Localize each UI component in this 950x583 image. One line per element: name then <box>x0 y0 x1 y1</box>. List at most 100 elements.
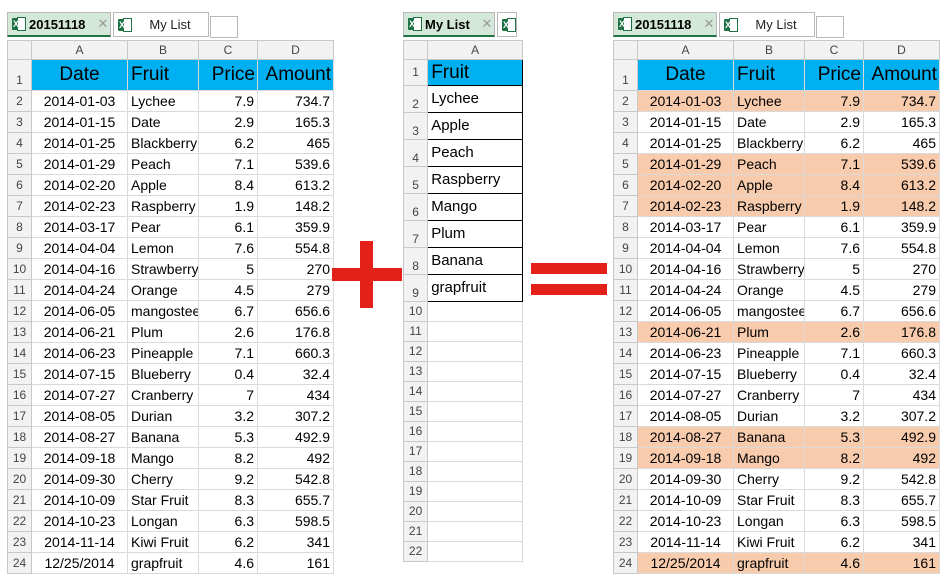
row-header[interactable]: 13 <box>613 321 638 343</box>
row-header[interactable]: 6 <box>7 174 32 196</box>
price-cell[interactable]: 3.2 <box>804 405 864 427</box>
column-header-a[interactable]: A <box>427 40 523 60</box>
price-cell[interactable]: 7.1 <box>804 342 864 364</box>
fruit-list-cell[interactable]: grapfruit <box>427 274 523 302</box>
row-header[interactable]: 18 <box>402 461 429 482</box>
date-cell[interactable]: 2014-01-25 <box>31 132 128 154</box>
header-cell-fruit[interactable]: Fruit <box>427 59 523 86</box>
row-header[interactable]: 8 <box>613 216 638 238</box>
fruit-cell[interactable]: grapfruit <box>733 552 805 574</box>
empty-cell[interactable] <box>427 541 523 562</box>
date-cell[interactable]: 2014-04-16 <box>31 258 128 280</box>
date-cell[interactable]: 12/25/2014 <box>31 552 128 574</box>
price-cell[interactable]: 8.4 <box>198 174 258 196</box>
amount-cell[interactable]: 660.3 <box>257 342 334 364</box>
close-icon[interactable]: ✕ <box>96 16 110 32</box>
date-cell[interactable]: 2014-10-23 <box>31 510 128 532</box>
row-header[interactable]: 3 <box>402 112 429 140</box>
fruit-cell[interactable]: Orange <box>127 279 199 301</box>
amount-cell[interactable]: 279 <box>863 279 940 301</box>
fruit-list-cell[interactable]: Peach <box>427 139 523 167</box>
fruit-cell[interactable]: Cherry <box>127 468 199 490</box>
column-header-b[interactable]: B <box>127 40 199 60</box>
date-cell[interactable]: 2014-09-18 <box>31 447 128 469</box>
price-cell[interactable]: 6.1 <box>198 216 258 238</box>
price-cell[interactable]: 4.6 <box>198 552 258 574</box>
row-header[interactable]: 16 <box>402 421 429 442</box>
row-header[interactable]: 23 <box>613 531 638 553</box>
fruit-cell[interactable]: Cranberry <box>733 384 805 406</box>
row-header[interactable]: 3 <box>613 111 638 133</box>
header-cell-amount[interactable]: Amount <box>863 59 940 91</box>
row-header[interactable]: 4 <box>402 139 429 167</box>
amount-cell[interactable]: 32.4 <box>257 363 334 385</box>
fruit-cell[interactable]: Star Fruit <box>127 489 199 511</box>
empty-cell[interactable] <box>427 361 523 382</box>
fruit-cell[interactable]: Blueberry <box>733 363 805 385</box>
row-header[interactable]: 14 <box>7 342 32 364</box>
fruit-cell[interactable]: Apple <box>127 174 199 196</box>
date-cell[interactable]: 2014-01-03 <box>637 90 734 112</box>
fruit-cell[interactable]: Lemon <box>127 237 199 259</box>
fruit-cell[interactable]: Cranberry <box>127 384 199 406</box>
amount-cell[interactable]: 492 <box>863 447 940 469</box>
empty-cell[interactable] <box>427 341 523 362</box>
column-header-b[interactable]: B <box>733 40 805 60</box>
row-header[interactable]: 16 <box>613 384 638 406</box>
row-header[interactable]: 16 <box>7 384 32 406</box>
select-all-corner[interactable] <box>613 40 638 60</box>
amount-cell[interactable]: 165.3 <box>257 111 334 133</box>
tab-my-list-active[interactable]: X My List ✕ <box>403 12 495 37</box>
price-cell[interactable]: 4.5 <box>198 279 258 301</box>
date-cell[interactable]: 2014-09-30 <box>31 468 128 490</box>
price-cell[interactable]: 0.4 <box>804 363 864 385</box>
amount-cell[interactable]: 655.7 <box>257 489 334 511</box>
date-cell[interactable]: 2014-04-04 <box>637 237 734 259</box>
price-cell[interactable]: 6.2 <box>198 531 258 553</box>
amount-cell[interactable]: 655.7 <box>863 489 940 511</box>
fruit-cell[interactable]: Kiwi Fruit <box>733 531 805 553</box>
price-cell[interactable]: 6.3 <box>198 510 258 532</box>
date-cell[interactable]: 2014-04-24 <box>637 279 734 301</box>
price-cell[interactable]: 7.1 <box>804 153 864 175</box>
amount-cell[interactable]: 492 <box>257 447 334 469</box>
fruit-cell[interactable]: Mango <box>127 447 199 469</box>
amount-cell[interactable]: 148.2 <box>863 195 940 217</box>
date-cell[interactable]: 2014-08-27 <box>31 426 128 448</box>
column-header-a[interactable]: A <box>31 40 128 60</box>
date-cell[interactable]: 2014-06-05 <box>637 300 734 322</box>
price-cell[interactable]: 7.9 <box>804 90 864 112</box>
row-header[interactable]: 14 <box>402 381 429 402</box>
date-cell[interactable]: 2014-11-14 <box>31 531 128 553</box>
date-cell[interactable]: 2014-03-17 <box>31 216 128 238</box>
row-header[interactable]: 18 <box>613 426 638 448</box>
date-cell[interactable]: 2014-02-23 <box>637 195 734 217</box>
date-cell[interactable]: 2014-07-27 <box>31 384 128 406</box>
empty-cell[interactable] <box>427 301 523 322</box>
amount-cell[interactable]: 554.8 <box>257 237 334 259</box>
date-cell[interactable]: 2014-08-27 <box>637 426 734 448</box>
date-cell[interactable]: 2014-07-27 <box>637 384 734 406</box>
fruit-cell[interactable]: mangosteen <box>733 300 805 322</box>
price-cell[interactable]: 8.2 <box>804 447 864 469</box>
header-cell-fruit[interactable]: Fruit <box>127 59 199 91</box>
date-cell[interactable]: 2014-07-15 <box>637 363 734 385</box>
amount-cell[interactable]: 734.7 <box>863 90 940 112</box>
fruit-cell[interactable]: Apple <box>733 174 805 196</box>
row-header[interactable]: 11 <box>402 321 429 342</box>
row-header[interactable]: 6 <box>402 193 429 221</box>
row-header[interactable]: 2 <box>7 90 32 112</box>
fruit-cell[interactable]: Pineapple <box>127 342 199 364</box>
price-cell[interactable]: 2.6 <box>198 321 258 343</box>
row-header[interactable]: 2 <box>402 85 429 113</box>
amount-cell[interactable]: 539.6 <box>863 153 940 175</box>
fruit-cell[interactable]: Blueberry <box>127 363 199 385</box>
fruit-cell[interactable]: mangosteen <box>127 300 199 322</box>
row-header[interactable]: 19 <box>402 481 429 502</box>
header-cell-fruit[interactable]: Fruit <box>733 59 805 91</box>
fruit-cell[interactable]: Banana <box>127 426 199 448</box>
row-header[interactable]: 5 <box>613 153 638 175</box>
fruit-cell[interactable]: grapfruit <box>127 552 199 574</box>
amount-cell[interactable]: 656.6 <box>257 300 334 322</box>
column-header-d[interactable]: D <box>863 40 940 60</box>
